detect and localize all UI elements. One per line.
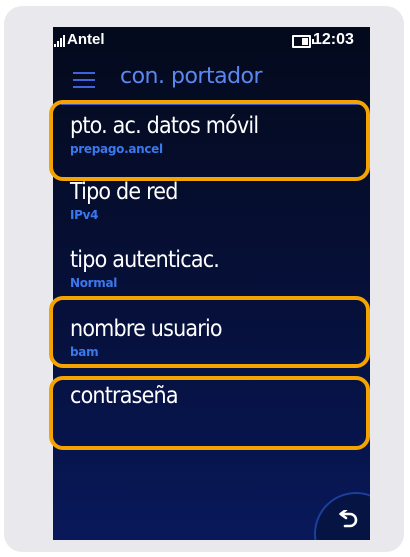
carrier-name: Antel: [67, 31, 105, 48]
hamburger-menu-icon[interactable]: [73, 72, 95, 88]
screenshot-frame: Antel 12:03 con. portador pto. ac. datos…: [4, 6, 404, 552]
setting-value: prepago.ancel: [70, 142, 163, 156]
setting-label: nombre usuario: [70, 316, 223, 342]
setting-item-network-type[interactable]: Tipo de red IPv4: [53, 179, 370, 237]
setting-item-access-point[interactable]: pto. ac. datos móvil prepago.ancel: [53, 113, 370, 171]
setting-label: tipo autenticac.: [70, 247, 220, 273]
setting-value: Normal: [70, 276, 118, 290]
setting-label: contraseña: [70, 383, 179, 409]
back-arrow-icon: [339, 510, 358, 528]
signal-icon: [54, 35, 67, 47]
setting-item-password[interactable]: contraseña: [53, 383, 370, 441]
header-divider: [61, 103, 362, 105]
page-title: con. portador: [120, 64, 263, 89]
setting-item-auth-type[interactable]: tipo autenticac. Normal: [53, 247, 370, 305]
setting-label: pto. ac. datos móvil: [70, 113, 259, 139]
setting-label: Tipo de red: [70, 179, 178, 205]
header: con. portador: [53, 57, 370, 101]
battery-icon: [292, 35, 314, 48]
status-clock: 12:03: [313, 31, 354, 48]
back-button[interactable]: [314, 492, 370, 540]
phone-screen: Antel 12:03 con. portador pto. ac. datos…: [53, 27, 370, 540]
status-bar: Antel 12:03: [53, 27, 370, 53]
setting-item-username[interactable]: nombre usuario bam: [53, 316, 370, 374]
setting-value: IPv4: [70, 208, 99, 222]
setting-value: bam: [70, 345, 99, 359]
